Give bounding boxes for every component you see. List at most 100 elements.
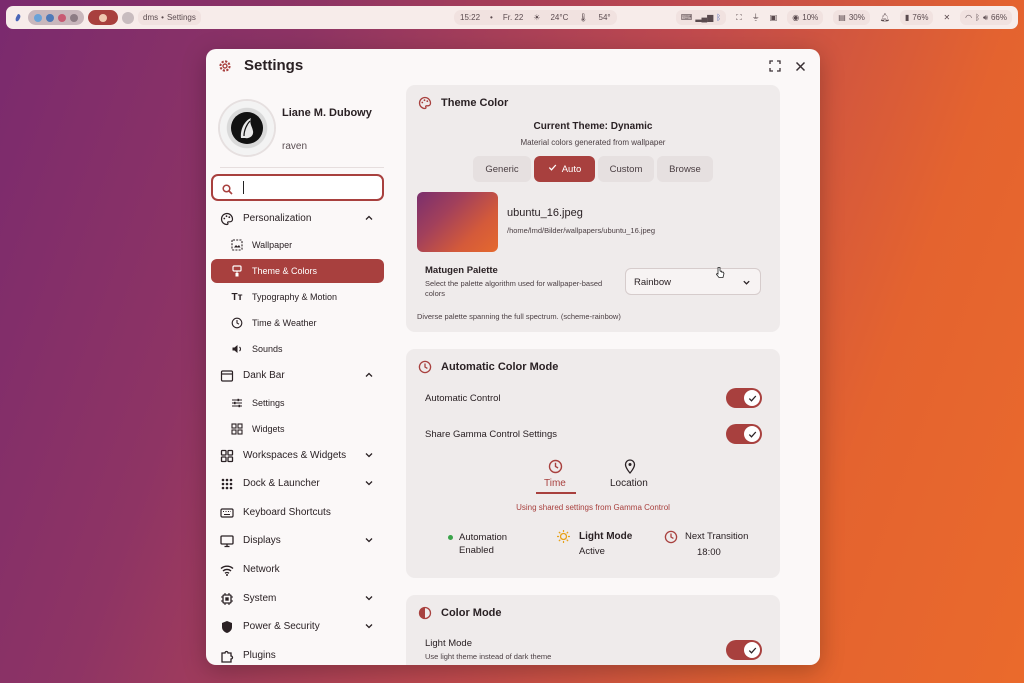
tab-generic[interactable]: Generic [473,156,531,182]
palette-icon [418,96,432,110]
bluetooth-tray-icon[interactable]: ᛒ [716,13,721,22]
chevron-up-icon[interactable] [364,370,374,380]
panel-icon [220,369,234,383]
memory-usage: 30% [848,13,865,22]
chevron-down-icon[interactable] [364,621,374,631]
volume-icon: 🔊︎ [982,12,988,22]
screenshot-icon[interactable]: ⛶ [736,13,742,23]
window-label: Settings [166,13,196,22]
clock-icon [418,360,432,374]
chevron-down-icon[interactable] [364,478,374,488]
app-icon-3[interactable] [58,13,66,22]
window-title: Settings [244,57,304,74]
sidebar-item-dock[interactable]: Dock & Launcher [211,472,384,496]
usb-icon[interactable]: ⏚ [752,12,760,23]
current-theme: Current Theme: Dynamic [533,121,653,132]
search-input[interactable] [211,174,384,201]
memory-widget[interactable]: ▤ 30% [833,10,870,25]
sidebar-item-dank-bar[interactable]: Dank Bar [211,364,384,388]
tab-custom[interactable]: Custom [598,156,654,182]
palette-select[interactable]: Rainbow [625,267,761,295]
sidebar-item-power[interactable]: Power & Security [211,615,384,639]
wallpaper-thumbnail[interactable] [417,192,498,252]
shield-icon [220,620,234,634]
bell-icon[interactable]: 🔔︎ [880,13,890,22]
next-transition-time: 18:00 [697,547,721,558]
light-mode-toggle[interactable] [726,640,762,660]
automatic-control-toggle[interactable] [726,388,762,408]
workspace-app-icon [99,13,107,22]
launcher-icon[interactable] [12,12,24,24]
app-icon-1[interactable] [34,13,42,22]
wifi-icon: ◠ [965,13,973,22]
clock-weather[interactable]: 15:22 • Fr. 22 ☀ 24°C 🌡 54° [454,10,617,25]
sidebar-item-time-weather[interactable]: Time & Weather [211,311,384,335]
tab-auto[interactable]: Auto [534,156,595,182]
volume-level: 66% [990,13,1007,22]
sidebar-divider [220,167,384,168]
sidebar-item-typography[interactable]: Tт Typography & Motion [211,285,384,309]
tab-time[interactable]: Time [536,459,576,495]
tab-label: Generic [485,163,519,175]
light-mode-status: Light Mode [579,531,633,542]
battery-widget[interactable]: ▮ 76% [900,10,934,25]
sun-icon [556,529,571,549]
separator-dot: • [490,13,493,22]
sidebar-item-system[interactable]: System [211,587,384,611]
chevron-down-icon[interactable] [364,450,374,460]
wallpaper-name: ubuntu_16.jpeg [507,207,583,219]
sidebar-item-widgets[interactable]: Widgets [211,417,384,441]
sidebar-item-shortcuts[interactable]: Keyboard Shortcuts [211,501,384,525]
app-icon-2[interactable] [46,13,54,22]
active-workspace[interactable] [88,10,118,25]
chevron-up-icon[interactable] [364,213,374,223]
check-icon [548,163,557,175]
memory-icon: ▤ [838,13,846,22]
sidebar: Liane M. Dubowy raven Personalization Wa… [206,83,394,665]
light-mode-state: Active [579,546,605,557]
keyboard-icon [220,506,234,520]
sidebar-item-displays[interactable]: Displays [211,529,384,553]
running-apps[interactable] [28,10,84,25]
signal-icon[interactable]: ▂▄▆ [695,13,713,22]
speaker-icon [231,343,243,355]
clock-date: Fr. 22 [502,13,524,22]
card-title: Theme Color [441,97,509,109]
cpu-widget[interactable]: ◉ 10% [787,10,824,25]
gamma-control-toggle[interactable] [726,424,762,444]
avatar[interactable] [220,101,274,155]
tab-location[interactable]: Location [606,459,656,495]
color-mode-card: Color Mode Light Mode Use light theme in… [406,595,780,665]
grid-icon [220,449,234,463]
status-dot-green [448,535,453,540]
clipboard-icon[interactable]: ▣ [770,13,778,22]
contrast-icon [418,606,432,620]
chevron-down-icon[interactable] [364,535,374,545]
bluetooth-icon: ᛒ [975,13,980,22]
app-icon-4[interactable] [70,13,78,22]
sidebar-item-label: Plugins [243,650,276,661]
sidebar-item-workspaces[interactable]: Workspaces & Widgets [211,444,384,468]
keyboard-icon[interactable]: ⌨ [681,13,693,22]
automation-status-line1: Automation [459,532,508,543]
tab-browse[interactable]: Browse [657,156,713,182]
sidebar-item-personalization[interactable]: Personalization [211,207,384,231]
main-content[interactable]: Theme Color Current Theme: Dynamic Mater… [394,49,820,665]
sidebar-item-bar-settings[interactable]: Settings [211,391,384,415]
sidebar-item-sounds[interactable]: Sounds [211,337,384,361]
workspace-indicator[interactable] [122,11,134,24]
check-icon [744,390,760,406]
wallpaper-icon [231,239,243,251]
cpu-icon: ◉ [792,13,800,22]
sidebar-item-wallpaper[interactable]: Wallpaper [211,233,384,257]
sidebar-item-plugins[interactable]: Plugins [211,644,384,665]
wallpaper-path: /home/lmd/Bilder/wallpapers/ubuntu_16.jp… [507,226,656,235]
status-cluster[interactable]: ◠ ᛒ 🔊︎ 66% [960,10,1012,25]
sidebar-item-theme-colors[interactable]: Theme & Colors [211,259,384,283]
sidebar-item-network[interactable]: Network [211,558,384,582]
tray-icons[interactable]: ⌨ ▂▄▆ ᛒ [675,10,727,25]
profile-card[interactable]: Liane M. Dubowy raven [220,101,390,157]
dnd-icon[interactable]: ✕ [943,13,950,22]
chevron-down-icon[interactable] [364,593,374,603]
clock-time: 15:22 [460,13,481,22]
